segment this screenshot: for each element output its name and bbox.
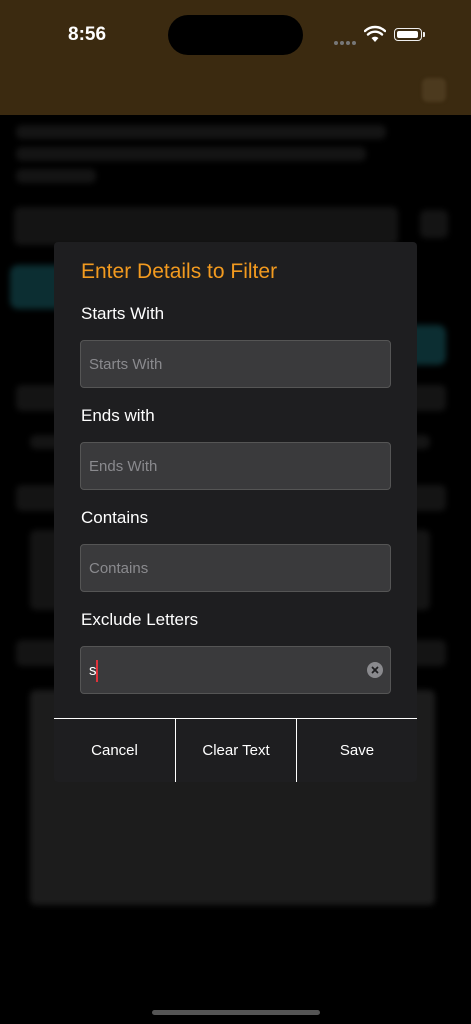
bg-filter-icon — [420, 210, 448, 238]
clear-text-button[interactable]: Clear Text — [176, 719, 296, 782]
bg-line — [16, 125, 386, 139]
save-button[interactable]: Save — [297, 719, 417, 782]
cancel-button[interactable]: Cancel — [54, 719, 175, 782]
dialog-button-row: Cancel Clear Text Save — [54, 719, 417, 782]
text-cursor — [96, 660, 98, 682]
clear-field-icon[interactable] — [367, 662, 383, 678]
contains-input[interactable] — [81, 545, 390, 591]
dialog-title: Enter Details to Filter — [81, 260, 278, 283]
starts-with-field[interactable] — [80, 340, 391, 388]
battery-tip — [423, 32, 425, 37]
exclude-letters-input[interactable] — [81, 647, 390, 693]
dynamic-island — [168, 15, 303, 55]
starts-with-label: Starts With — [81, 304, 165, 323]
bg-line — [16, 147, 366, 161]
ends-with-input[interactable] — [81, 443, 390, 489]
bg-line — [16, 169, 96, 183]
exclude-letters-field[interactable] — [80, 646, 391, 694]
ends-with-field[interactable] — [80, 442, 391, 490]
starts-with-input[interactable] — [81, 341, 390, 387]
ends-with-label: Ends with — [81, 406, 155, 425]
wifi-icon — [363, 25, 387, 43]
nav-menu-icon — [422, 78, 446, 102]
home-indicator[interactable] — [152, 1010, 320, 1015]
contains-field[interactable] — [80, 544, 391, 592]
battery-icon — [394, 28, 422, 41]
filter-dialog: Enter Details to Filter Starts With Ends… — [54, 242, 417, 782]
nav-bar — [0, 70, 471, 115]
status-time: 8:56 — [68, 24, 107, 45]
cellular-signal-icon — [334, 32, 358, 45]
status-bar: 8:56 — [0, 0, 471, 70]
bg-input — [14, 207, 398, 245]
contains-label: Contains — [81, 508, 149, 527]
exclude-letters-label: Exclude Letters — [81, 610, 199, 629]
